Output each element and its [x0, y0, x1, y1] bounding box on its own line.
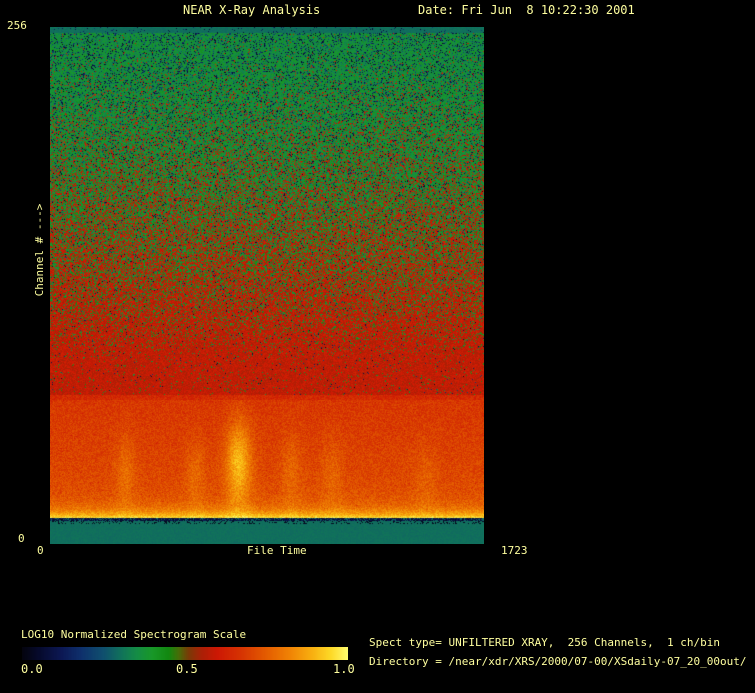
page-title: NEAR X-Ray Analysis [183, 3, 321, 17]
y-axis-title: Channel # ---> [32, 203, 46, 297]
x-axis-title: File Time [247, 544, 307, 557]
x-axis-max-label: 1723 [501, 544, 528, 557]
colorbar-tick-mid: 0.5 [176, 662, 198, 676]
colorbar-tick-min: 0.0 [21, 662, 43, 676]
colorbar-tick-max: 1.0 [333, 662, 355, 676]
header-date: Date: Fri Jun 8 10:22:30 2001 [418, 3, 635, 17]
colorbar-gradient [22, 647, 348, 660]
colorbar-title: LOG10 Normalized Spectrogram Scale [21, 628, 247, 641]
directory-info: Directory = /near/xdr/XRS/2000/07-00/XSd… [369, 655, 747, 668]
app-window: NEAR X-Ray Analysis Date: Fri Jun 8 10:2… [0, 0, 755, 693]
spectrogram-image [50, 27, 484, 544]
x-axis-min-label: 0 [37, 544, 44, 557]
spect-type-info: Spect type= UNFILTERED XRAY, 256 Channel… [369, 636, 720, 649]
y-axis-max-label: 256 [7, 19, 27, 32]
y-axis-min-label: 0 [18, 532, 25, 545]
